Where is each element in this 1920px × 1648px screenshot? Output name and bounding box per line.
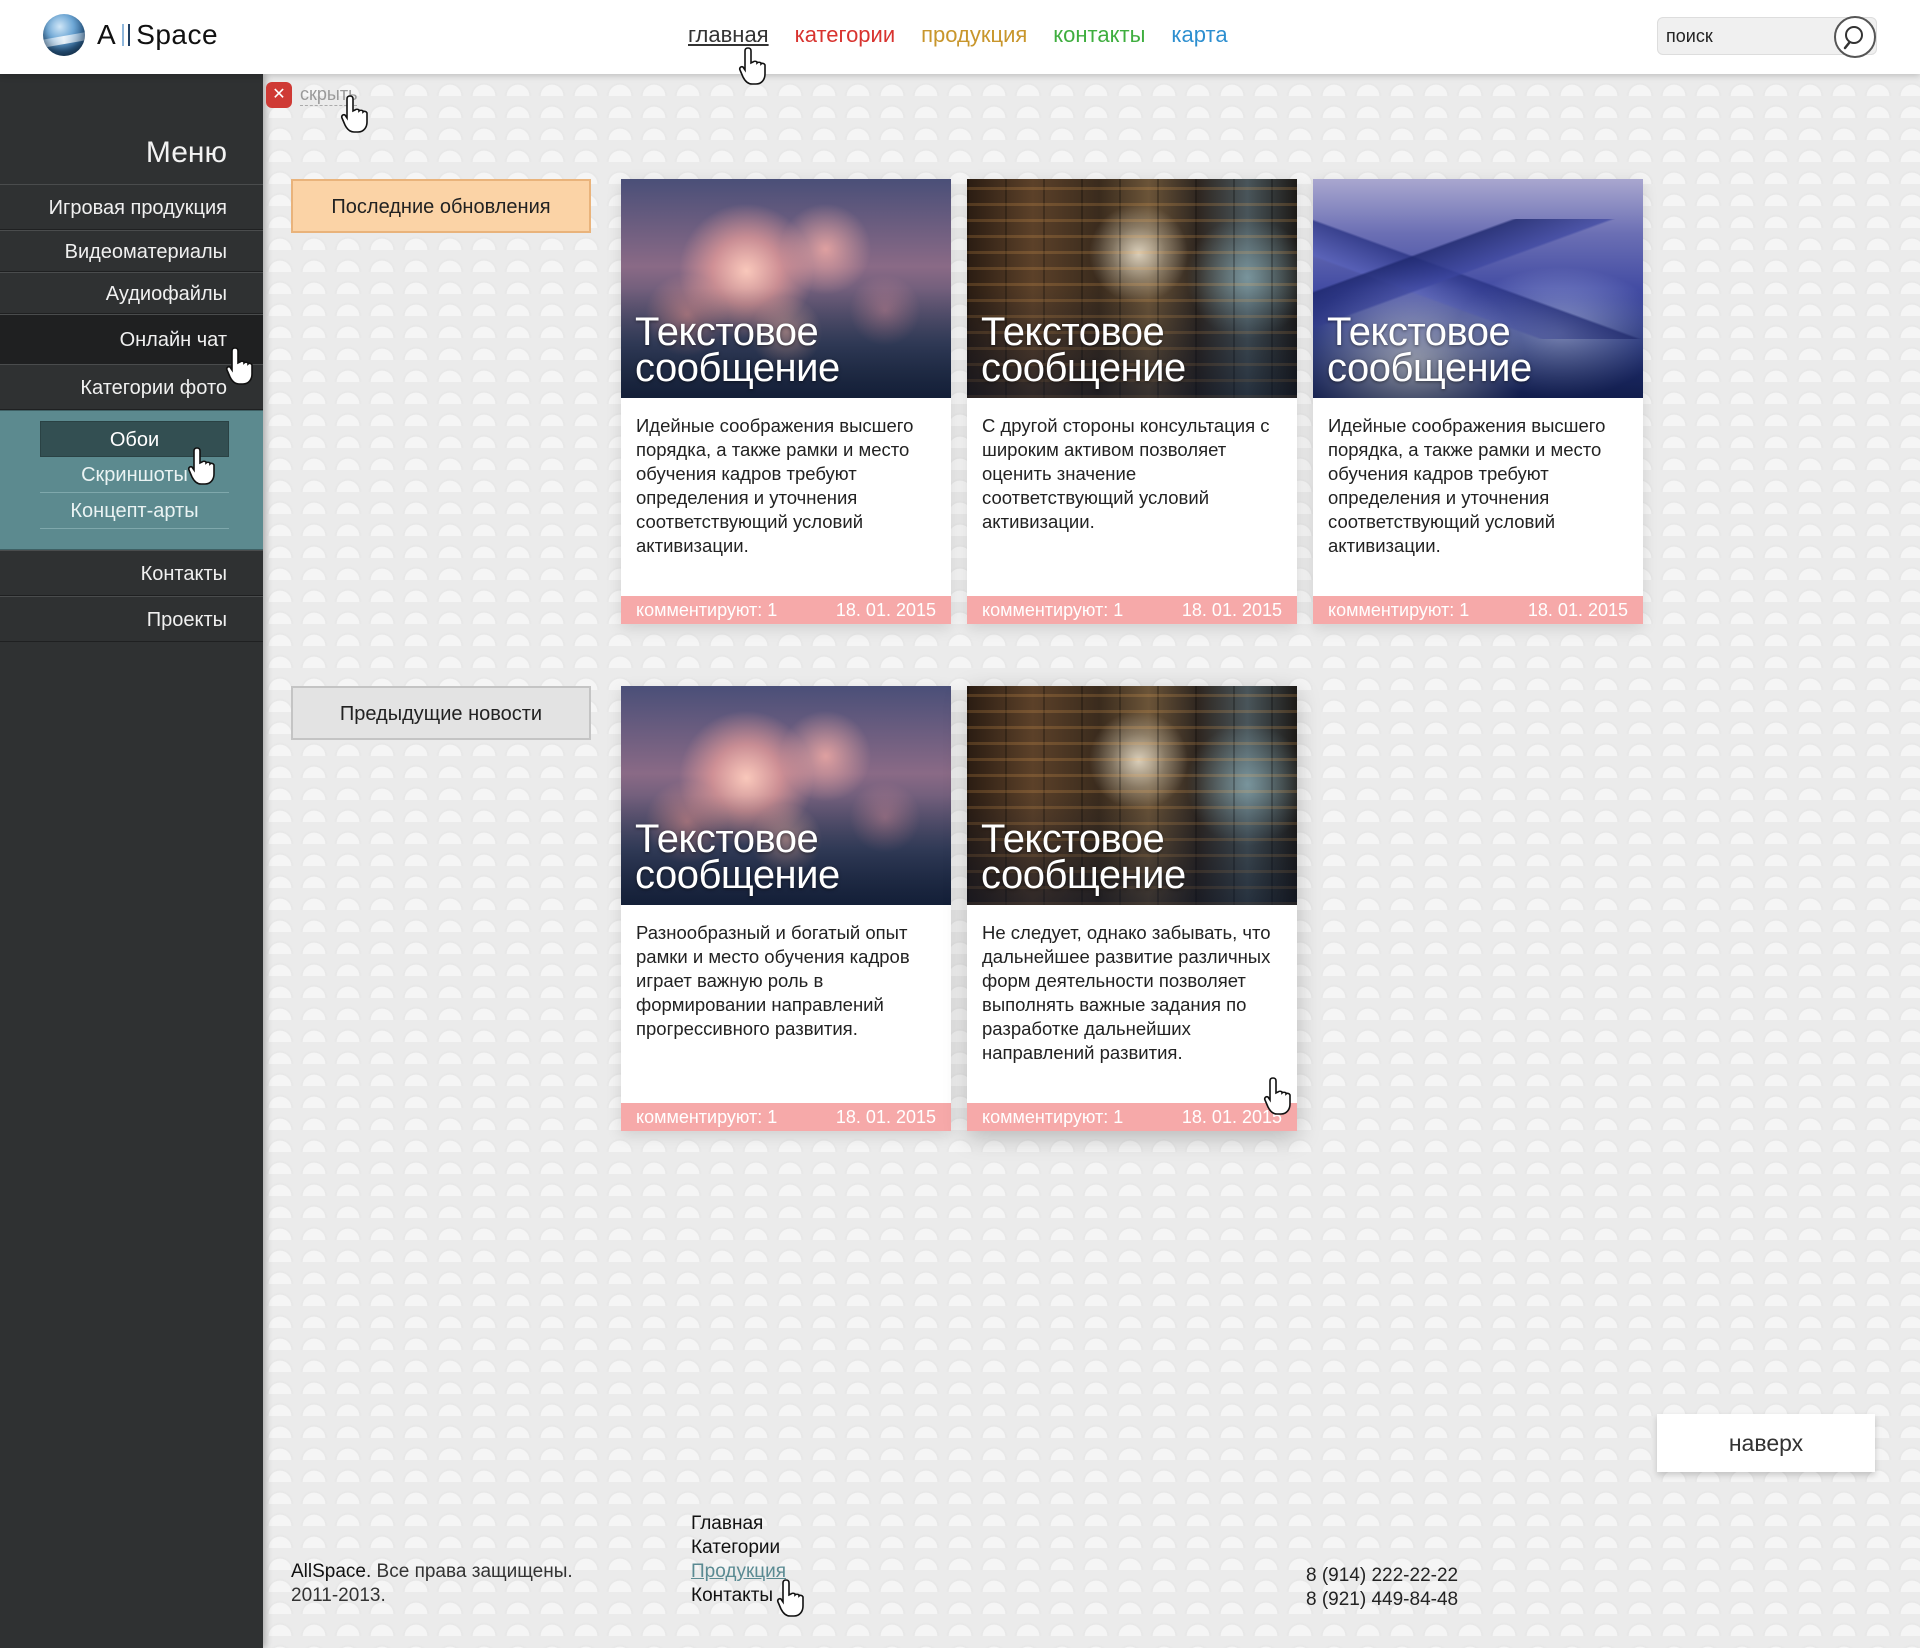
- search-button[interactable]: [1834, 16, 1876, 58]
- card-text: Разнообразный и богатый опыт рамки и мес…: [636, 922, 910, 1039]
- submenu-item-screenshots[interactable]: Скриншоты: [40, 457, 229, 493]
- footer-link-contacts[interactable]: Контакты: [691, 1584, 786, 1608]
- logo-text-a: A: [97, 19, 117, 50]
- card-title: Текстовое сообщение: [1327, 310, 1532, 390]
- footer-phones: 8 (914) 222-22-22 8 (921) 449-84-48: [1306, 1564, 1458, 1612]
- card-title: Текстовое сообщение: [981, 817, 1186, 897]
- card-image: Текстовое сообщение: [967, 686, 1297, 905]
- card-comments[interactable]: комментируют: 1: [982, 596, 1123, 624]
- card-image: Текстовое сообщение: [621, 179, 951, 398]
- card-date: 18. 01. 2015: [835, 1107, 936, 1127]
- card-title: Текстовое сообщение: [635, 310, 840, 390]
- latest-updates-button[interactable]: Последние обновления: [291, 179, 591, 233]
- footer-rights: Все права защищены.: [371, 1561, 573, 1582]
- card-date: 18. 01. 2015: [835, 600, 936, 620]
- nav-map[interactable]: карта: [1171, 22, 1227, 48]
- card-text: Идейные соображения высшего порядка, а т…: [1328, 415, 1606, 556]
- search-icon: [1843, 26, 1863, 50]
- sidebar-item-photo-categories[interactable]: Категории фото: [0, 364, 263, 410]
- hide-sidebar-toggle[interactable]: ✕ скрыть: [266, 82, 358, 108]
- header: A Space главная категории продукция конта…: [0, 0, 1920, 74]
- sidebar-item-games[interactable]: Игровая продукция: [0, 184, 263, 230]
- submenu-item-wallpapers[interactable]: Обои: [40, 421, 229, 457]
- sidebar-item-chat[interactable]: Онлайн чат: [0, 314, 263, 364]
- card-image: Текстовое сообщение: [1313, 179, 1643, 398]
- card-text: Не следует, однако забывать, что дальней…: [982, 922, 1271, 1063]
- logo-text-b: Space: [136, 19, 219, 50]
- logo-text: A Space: [97, 19, 218, 51]
- card-date: 18. 01. 2015: [1527, 600, 1628, 620]
- logo-separator-2: [128, 24, 131, 46]
- footer-link-home[interactable]: Главная: [691, 1512, 786, 1536]
- search-input[interactable]: [1658, 18, 1828, 54]
- back-to-top-button[interactable]: наверх: [1657, 1414, 1875, 1472]
- card-footer: комментируют: 1 18. 01. 2015: [621, 596, 951, 624]
- menu-list: Игровая продукция Видеоматериалы Аудиофа…: [0, 184, 263, 642]
- card-image: Текстовое сообщение: [967, 179, 1297, 398]
- sidebar-item-audio[interactable]: Аудиофайлы: [0, 272, 263, 314]
- previous-news-button[interactable]: Предыдущие новости: [291, 686, 591, 740]
- card-text: С другой стороны консультация с широким …: [982, 415, 1270, 532]
- close-icon[interactable]: ✕: [266, 82, 292, 108]
- card-date: 18. 01. 2015: [1181, 600, 1282, 620]
- logo[interactable]: A Space: [43, 14, 218, 56]
- sidebar-item-video[interactable]: Видеоматериалы: [0, 230, 263, 272]
- top-nav: главная категории продукция контакты кар…: [688, 22, 1228, 48]
- news-card[interactable]: Текстовое сообщение Разнообразный и бога…: [621, 686, 951, 1131]
- card-text: Идейные соображения высшего порядка, а т…: [636, 415, 914, 556]
- news-card[interactable]: Текстовое сообщение С другой стороны кон…: [967, 179, 1297, 624]
- footer-years: 2011-2013.: [291, 1585, 386, 1606]
- card-comments[interactable]: комментируют: 1: [1328, 596, 1469, 624]
- news-card[interactable]: Текстовое сообщение Идейные соображения …: [1313, 179, 1643, 624]
- card-comments[interactable]: комментируют: 1: [982, 1103, 1123, 1131]
- sidebar-item-projects[interactable]: Проекты: [0, 596, 263, 642]
- news-card[interactable]: Текстовое сообщение Идейные соображения …: [621, 179, 951, 624]
- nav-contacts[interactable]: контакты: [1053, 22, 1145, 48]
- footer-link-products[interactable]: Продукция: [691, 1560, 786, 1584]
- card-title: Текстовое сообщение: [635, 817, 840, 897]
- search-box: [1657, 16, 1877, 58]
- footer-copyright: AllSpace. Все права защищены. 2011-2013.: [291, 1560, 573, 1608]
- hide-label[interactable]: скрыть: [300, 84, 358, 106]
- sidebar: Меню Игровая продукция Видеоматериалы Ау…: [0, 74, 263, 1648]
- card-footer: комментируют: 1 18. 01. 2015: [1313, 596, 1643, 624]
- menu-title: Меню: [145, 136, 227, 169]
- nav-categories[interactable]: категории: [795, 22, 896, 48]
- nav-home[interactable]: главная: [688, 22, 769, 48]
- nav-products[interactable]: продукция: [921, 22, 1027, 48]
- footer-phone[interactable]: 8 (914) 222-22-22: [1306, 1564, 1458, 1588]
- globe-logo-icon: [43, 14, 85, 56]
- submenu-item-concept-art[interactable]: Концепт-арты: [40, 493, 229, 529]
- news-card[interactable]: Текстовое сообщение Не следует, однако з…: [967, 686, 1297, 1131]
- card-footer: комментируют: 1 18. 01. 2015: [967, 596, 1297, 624]
- card-comments[interactable]: комментируют: 1: [636, 1103, 777, 1131]
- card-title: Текстовое сообщение: [981, 310, 1186, 390]
- card-comments[interactable]: комментируют: 1: [636, 596, 777, 624]
- card-footer: комментируют: 1 18. 01. 2015: [621, 1103, 951, 1131]
- card-date: 18. 01. 2015: [1181, 1107, 1282, 1127]
- card-image: Текстовое сообщение: [621, 686, 951, 905]
- sidebar-item-contacts[interactable]: Контакты: [0, 550, 263, 596]
- photo-submenu: Обои Скриншоты Концепт-арты: [0, 410, 263, 550]
- footer-link-categories[interactable]: Категории: [691, 1536, 786, 1560]
- footer-brand: AllSpace.: [291, 1561, 372, 1582]
- footer-links: Главная Категории Продукция Контакты: [691, 1512, 786, 1608]
- card-footer: комментируют: 1 18. 01. 2015: [967, 1103, 1297, 1131]
- footer-phone[interactable]: 8 (921) 449-84-48: [1306, 1588, 1458, 1612]
- logo-separator: [122, 24, 125, 46]
